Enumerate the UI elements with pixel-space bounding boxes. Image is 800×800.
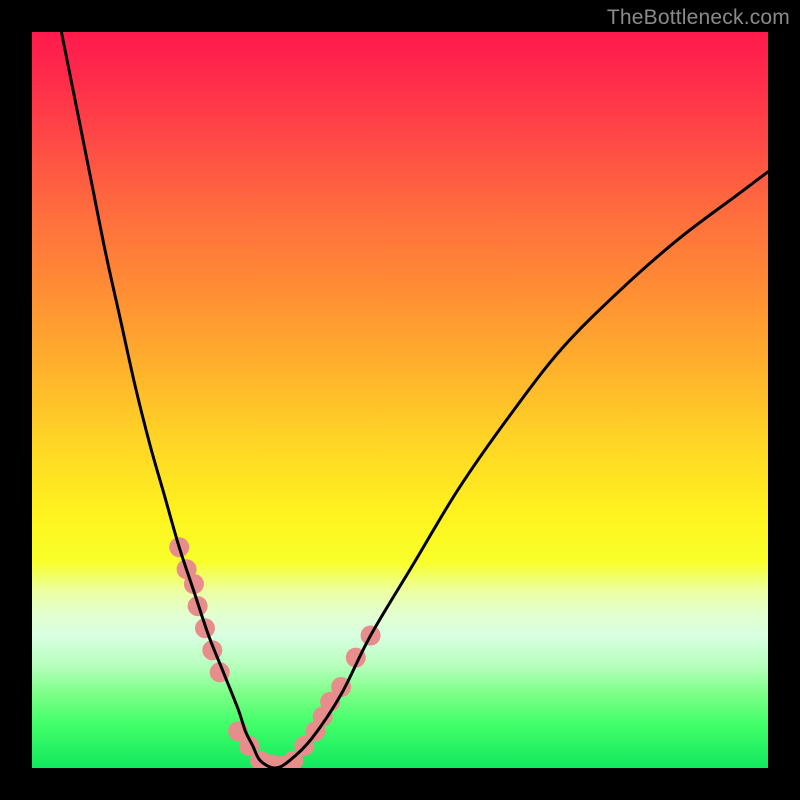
bottleneck-curve bbox=[61, 32, 768, 768]
marker-layer bbox=[169, 537, 380, 768]
plot-area bbox=[32, 32, 768, 768]
chart-frame: TheBottleneck.com bbox=[0, 0, 800, 800]
bottleneck-plot-svg bbox=[32, 32, 768, 768]
watermark-text: TheBottleneck.com bbox=[607, 6, 790, 30]
